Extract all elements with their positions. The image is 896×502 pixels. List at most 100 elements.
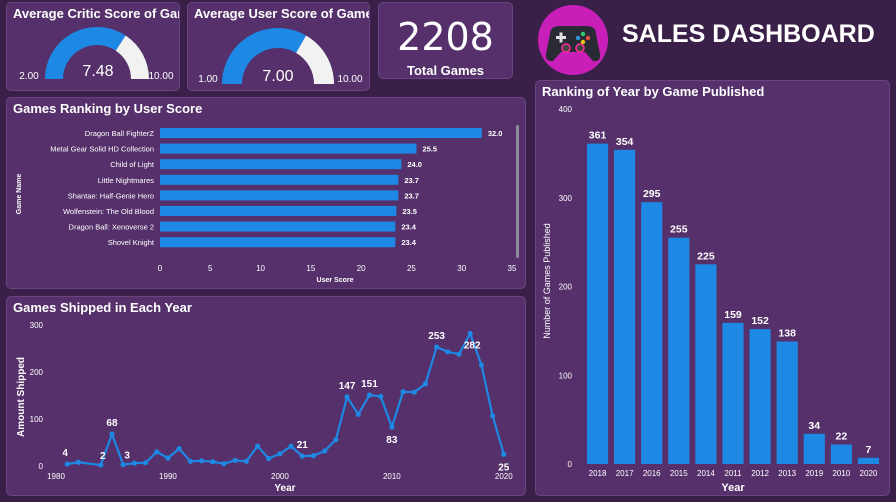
vbar-x-tick: 2015	[670, 469, 688, 478]
vbar-data-label: 22	[836, 430, 848, 442]
vbar-y-tick: 400	[559, 105, 573, 114]
vbar-x-tick: 2014	[697, 469, 715, 478]
line-x-tick: 1980	[47, 472, 65, 481]
vbar-y-tick: 200	[559, 283, 573, 292]
vbar-bar	[641, 202, 663, 464]
hbar-category-label: Metal Gear Solid HD Collection	[50, 145, 154, 154]
line-point	[501, 451, 507, 457]
hbar-bar	[160, 190, 399, 201]
user-gauge-max: 10.00	[337, 74, 362, 85]
vbar-x-tick: 2013	[778, 469, 796, 478]
dashboard-title: SALES DASHBOARD	[622, 20, 875, 48]
line-point	[422, 381, 429, 387]
vbar-x-tick: 2018	[589, 469, 607, 478]
hbar-scrollbar[interactable]	[516, 125, 519, 258]
line-point	[434, 344, 440, 350]
line-point-label: 83	[386, 435, 398, 446]
line-point	[310, 453, 317, 459]
hbar-x-tick: 20	[357, 264, 366, 273]
vbar-bar	[857, 457, 880, 464]
line-point	[232, 457, 238, 463]
vbar-bar	[722, 322, 744, 464]
line-point	[277, 451, 283, 457]
hbar-data-label: 23.4	[401, 223, 416, 232]
line-point	[98, 462, 104, 468]
user-gauge-value: 7.00	[262, 68, 293, 85]
critic-gauge-max: 10.00	[148, 71, 173, 82]
line-point	[154, 449, 160, 455]
hbar-category-label: Dragon Ball FighterZ	[85, 129, 155, 138]
line-point	[109, 431, 115, 437]
year-ranking-chart: Number of Games Published Year 0 100 200 30…	[542, 105, 880, 494]
vbar-bar	[749, 329, 771, 464]
hbar-bar	[160, 206, 397, 216]
vbar-ylabel: Number of Games Published	[542, 223, 552, 339]
hbar-data-label: 23.7	[404, 191, 419, 200]
total-games-card: 2208 Total Games	[378, 2, 513, 79]
line-ylabel: Amount Shipped	[16, 357, 27, 437]
hbar-bar	[160, 143, 417, 154]
line-y-tick: 200	[30, 368, 44, 377]
vbar-x-tick: 2010	[832, 469, 850, 478]
line-point	[344, 394, 350, 400]
hbar-bar	[160, 221, 396, 232]
hbar-category-label: Shovel Knight	[108, 238, 155, 247]
hbar-data-label: 24.0	[407, 160, 422, 169]
line-point	[467, 330, 473, 337]
hbar-category-label: Little Nightmares	[98, 176, 155, 185]
line-point	[176, 446, 182, 452]
line-y-tick: 100	[30, 415, 44, 424]
hbar-bar	[160, 128, 482, 138]
line-point	[366, 392, 373, 398]
hbar-data-label: 23.4	[401, 238, 416, 247]
line-x-tick: 2000	[271, 472, 289, 481]
gamepad-icon	[538, 5, 608, 75]
vbar-data-label: 34	[808, 420, 820, 432]
line-point	[400, 389, 406, 395]
line-point	[221, 461, 227, 467]
vbar-bar	[586, 143, 609, 465]
hbar-data-label: 32.0	[488, 129, 503, 138]
line-point	[389, 424, 395, 430]
line-y-tick: 0	[39, 462, 44, 471]
vbar-y-tick: 300	[559, 194, 573, 203]
line-point	[288, 443, 294, 449]
line-point	[478, 362, 485, 368]
hbar-x-tick: 5	[208, 264, 213, 273]
line-point	[142, 460, 149, 466]
hbar-x-tick: 10	[256, 264, 265, 273]
user-gauge-min: 1.00	[198, 74, 218, 85]
line-point	[131, 460, 137, 466]
hbar-x-tick: 15	[306, 264, 315, 273]
hbar-ylabel: Game Name	[16, 174, 23, 215]
vbar-y-tick: 0	[568, 460, 573, 469]
vbar-x-tick: 2017	[616, 469, 634, 478]
vbar-data-label: 152	[751, 315, 769, 327]
line-point-label: 68	[106, 418, 118, 429]
vbar-y-tick: 100	[559, 371, 573, 380]
line-point	[490, 413, 496, 419]
games-shipped-chart: Amount Shipped Year 0 100 200 300 1980 1990 20…	[16, 321, 513, 494]
line-point	[210, 459, 216, 465]
line-point-label: 147	[339, 381, 356, 392]
vbar-x-tick: 2016	[643, 469, 661, 478]
total-games-label: Total Games	[406, 63, 485, 78]
hbar-x-tick: 30	[457, 264, 466, 273]
hbar-xlabel: User Score	[317, 277, 354, 284]
vbar-data-label: 138	[778, 328, 796, 340]
line-point-label: 2	[100, 451, 106, 462]
line-point-label: 3	[124, 451, 130, 462]
games-ranking-chart: Game Name User Score Dragon Ball Fighter…	[16, 125, 519, 284]
hbar-bar	[160, 159, 402, 170]
line-y-tick: 300	[30, 321, 44, 330]
vbar-data-label: 295	[643, 188, 661, 200]
line-point	[165, 455, 171, 461]
line-point-label: 4	[62, 448, 68, 459]
user-score-gauge-card: Average User Score of Games 7.00 1.00 10…	[187, 2, 370, 91]
hbar-data-label: 23.7	[404, 176, 419, 185]
hbar-x-tick: 35	[508, 264, 517, 273]
line-point-label: 21	[297, 440, 309, 451]
vbar-x-tick: 2020	[860, 469, 878, 478]
year-ranking-card: Ranking of Year by Game Published Number…	[535, 80, 890, 496]
vbar-data-label: 225	[697, 250, 715, 262]
